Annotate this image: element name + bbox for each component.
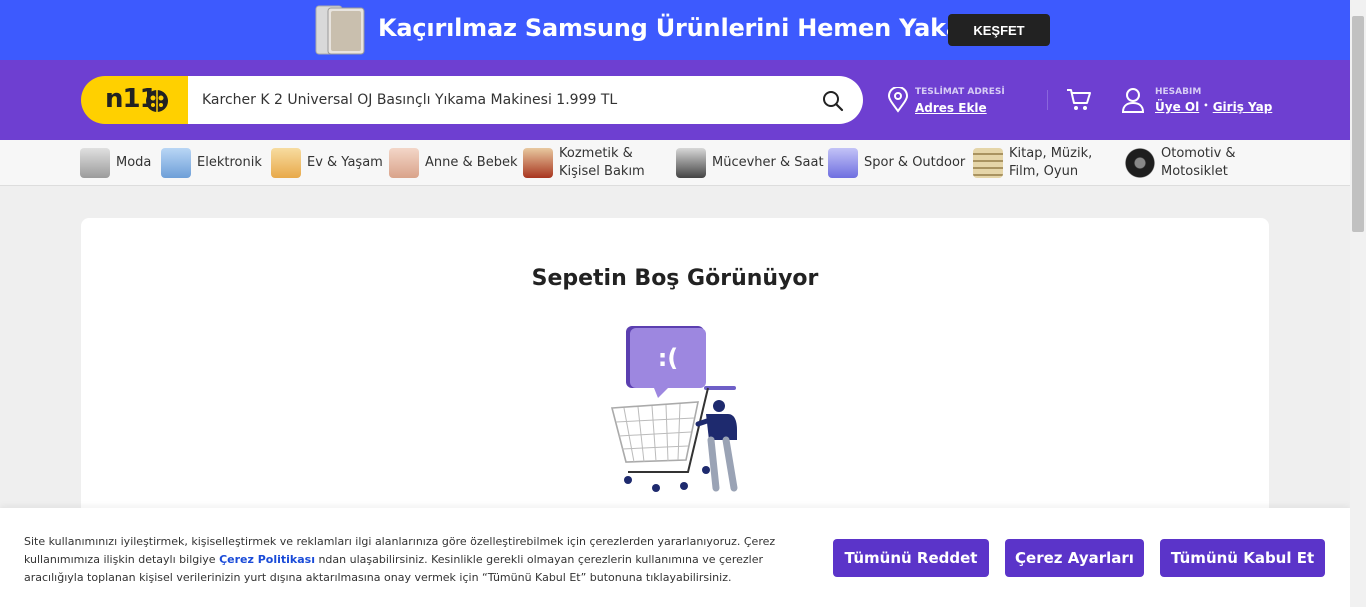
promo-banner[interactable]: Kaçırılmaz Samsung Ürünlerini Hemen Yaka… (0, 0, 1350, 60)
ladybug-icon (146, 90, 168, 112)
empty-cart-title: Sepetin Boş Görünüyor (531, 266, 819, 291)
category-mucevher-saat[interactable]: Mücevher & Saat (676, 140, 824, 186)
promo-headline: Kaçırılmaz Samsung Ürünlerini Hemen Yaka… (378, 14, 986, 42)
login-link[interactable]: Giriş Yap (1213, 100, 1273, 114)
category-label: Otomotiv & Motosiklet (1161, 146, 1236, 179)
search-icon[interactable] (822, 90, 844, 112)
mucevher-saat-thumbnail (676, 148, 706, 178)
category-nav: Moda Elektronik Ev & Yaşam Anne & Bebek … (0, 140, 1350, 186)
anne-bebek-thumbnail (389, 148, 419, 178)
category-label: Anne & Bebek (425, 155, 518, 170)
elektronik-thumbnail (161, 148, 191, 178)
ev-yasam-thumbnail (271, 148, 301, 178)
cookie-settings-button[interactable]: Çerez Ayarları (1005, 539, 1144, 577)
header-divider (1047, 90, 1048, 110)
category-label: Kozmetik & Kişisel Bakım (559, 146, 645, 179)
add-address-link[interactable]: Adres Ekle (915, 101, 987, 115)
kozmetik-thumbnail (523, 148, 553, 178)
scrollbar-thumb[interactable] (1352, 16, 1364, 232)
category-anne-bebek[interactable]: Anne & Bebek (389, 140, 517, 186)
category-kozmetik[interactable]: Kozmetik & Kişisel Bakım (523, 140, 645, 186)
cookie-notice-text: Site kullanımınızı iyileştirmek, kişisel… (24, 533, 794, 587)
category-label: Spor & Outdoor (864, 155, 966, 170)
location-pin-icon[interactable] (886, 87, 910, 113)
spor-outdoor-thumbnail (828, 148, 858, 178)
sad-face-text: :( (658, 344, 679, 372)
account-links: Üye Ol • Giriş Yap (1155, 100, 1272, 114)
category-label: Mücevher & Saat (712, 155, 824, 170)
n11-logo[interactable]: n11 (81, 76, 193, 124)
moda-thumbnail (80, 148, 110, 178)
category-elektronik[interactable]: Elektronik (161, 140, 262, 186)
site-header: n11 (0, 60, 1350, 140)
category-otomotiv[interactable]: Otomotiv & Motosiklet (1125, 140, 1236, 186)
cart-icon[interactable] (1066, 88, 1092, 112)
reject-all-button[interactable]: Tümünü Reddet (833, 539, 989, 577)
category-label: Ev & Yaşam (307, 155, 383, 170)
category-label: Kitap, Müzik, Film, Oyun (1009, 146, 1093, 179)
empty-cart-illustration: :( (610, 326, 738, 492)
link-separator: • (1203, 101, 1209, 110)
search-input[interactable] (202, 76, 802, 124)
accept-all-button[interactable]: Tümünü Kabul Et (1160, 539, 1325, 577)
otomotiv-thumbnail (1125, 148, 1155, 178)
search-box[interactable] (188, 76, 863, 124)
discover-button[interactable]: KEŞFET (948, 14, 1050, 46)
category-ev-yasam[interactable]: Ev & Yaşam (271, 140, 383, 186)
category-label: Moda (116, 155, 152, 170)
delivery-address-caption: TESLİMAT ADRESİ (915, 87, 1005, 97)
category-moda[interactable]: Moda (80, 140, 151, 186)
kitap-muzik-thumbnail (973, 148, 1003, 178)
cookie-policy-link[interactable]: Çerez Politikası (219, 553, 315, 566)
category-kitap-muzik[interactable]: Kitap, Müzik, Film, Oyun (973, 140, 1092, 186)
account-caption: HESABIM (1155, 87, 1202, 97)
user-icon[interactable] (1121, 87, 1145, 113)
category-spor-outdoor[interactable]: Spor & Outdoor (828, 140, 965, 186)
category-label: Elektronik (197, 155, 262, 170)
signup-link[interactable]: Üye Ol (1155, 100, 1199, 114)
tablet-product-image (315, 5, 365, 55)
